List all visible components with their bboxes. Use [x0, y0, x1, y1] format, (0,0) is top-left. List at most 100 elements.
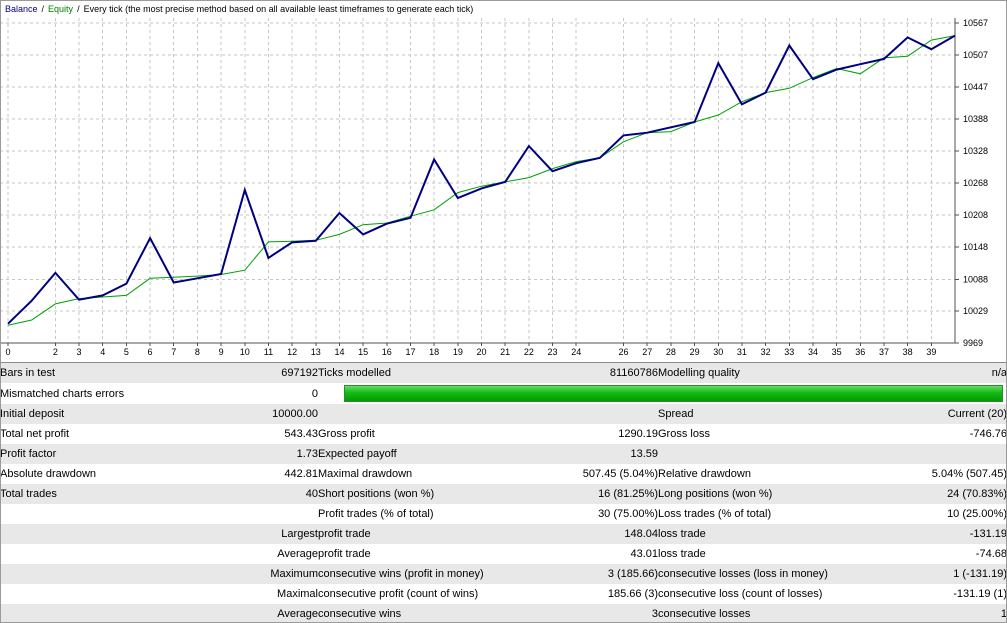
table-row: Maximal consecutive profit (count of wins… [0, 584, 1007, 604]
x-axis-label: 24 [571, 347, 581, 357]
stat-value: 0 [311, 387, 318, 400]
legend-balance-label: Balance [5, 4, 38, 14]
stat-label: Profit trades (% of total) [318, 508, 434, 520]
x-axis-label: 3 [77, 347, 82, 357]
y-axis-label: 10507 [963, 50, 988, 60]
x-axis-label: 16 [382, 347, 392, 357]
results-table-body: Bars in test 697192 Ticks modelled 81160786… [0, 362, 1007, 623]
stat-value: 442.81 [284, 468, 318, 480]
y-axis-label: 10029 [963, 306, 988, 316]
x-axis-label: 17 [405, 347, 415, 357]
y-axis-label: 10148 [963, 242, 988, 252]
stat-label [0, 604, 190, 623]
x-axis-label: 32 [761, 347, 771, 357]
stat-value: Largest [281, 528, 318, 540]
legend-separator: / [41, 4, 45, 14]
y-axis-label: 10567 [963, 18, 988, 28]
stat-label: Gross profit [318, 428, 375, 440]
stat-value: 10 (25.00%) [947, 508, 1007, 520]
table-row: Total net profit 543.43 Gross profit 1290.1… [0, 424, 1007, 444]
stat-label: consecutive wins (profit in money) [318, 568, 484, 580]
balance-chart-panel: Balance / Equity / Every tick (the most … [0, 0, 1007, 362]
table-row: Average consecutive wins 3 consecutive loss… [0, 604, 1007, 623]
x-axis-label: 15 [358, 347, 368, 357]
x-axis-label: 10 [240, 347, 250, 357]
table-row: Absolute drawdown 442.81 Maximal drawdown 5… [0, 464, 1007, 484]
stat-value [190, 504, 318, 524]
table-row: Maximum consecutive wins (profit in money… [0, 564, 1007, 584]
strategy-tester-report: Balance / Equity / Every tick (the most … [0, 0, 1007, 623]
stat-label: loss trade [658, 548, 706, 560]
x-axis-label: 12 [287, 347, 297, 357]
stat-value: Current (20) [947, 408, 1007, 420]
x-axis-label: 22 [524, 347, 534, 357]
stat-label [658, 444, 870, 464]
stat-value: 1290.19 [618, 428, 658, 440]
table-row: Bars in test 697192 Ticks modelled 81160786… [0, 362, 1007, 383]
stat-value: 148.04 [624, 528, 658, 540]
stat-value: -746.76 [969, 428, 1007, 440]
x-axis-label: 14 [334, 347, 344, 357]
stat-value: 43.01 [630, 548, 658, 560]
stat-label: Loss trades (% of total) [658, 508, 772, 520]
legend-equity-label: Equity [48, 4, 74, 14]
stat-label: Absolute drawdown [0, 468, 97, 480]
x-axis-label: 28 [666, 347, 676, 357]
stat-label: consecutive loss (count of losses) [658, 588, 823, 600]
stat-label [0, 544, 190, 564]
x-axis-label: 39 [926, 347, 936, 357]
table-row: Total trades 40 Short positions (won %) 16 … [0, 484, 1007, 504]
stat-label: Short positions (won %) [318, 488, 435, 500]
x-axis-label: 33 [784, 347, 794, 357]
x-axis-label: 38 [903, 347, 913, 357]
stat-value: 16 (81.25%) [598, 488, 658, 500]
x-axis-label: 36 [855, 347, 865, 357]
stat-label: Modelling quality [658, 367, 740, 379]
y-axis-label: 10447 [963, 82, 988, 92]
x-axis-label: 6 [148, 347, 153, 357]
x-axis-label: 18 [429, 347, 439, 357]
x-axis-label: 23 [548, 347, 558, 357]
x-axis-label: 34 [808, 347, 818, 357]
modelling-quality-bar [344, 385, 1003, 402]
stat-label: Ticks modelled [318, 367, 391, 379]
stat-label: Mismatched charts errors [0, 387, 125, 400]
modelling-quality-cell [318, 383, 1007, 404]
stat-label [0, 504, 190, 524]
stat-label [318, 404, 536, 424]
stat-label: Profit factor [0, 448, 57, 460]
x-axis-label: 13 [311, 347, 321, 357]
stat-label [0, 584, 190, 604]
stat-label: consecutive losses (loss in money) [658, 568, 828, 580]
stat-value: 1 [1000, 608, 1007, 620]
stat-label: Gross loss [658, 428, 710, 440]
stat-value: n/a [991, 367, 1007, 379]
stat-value: 697192 [281, 367, 318, 379]
x-axis-label: 19 [453, 347, 463, 357]
table-row: Average profit trade 43.01 loss trade -74.68 [0, 544, 1007, 564]
stat-label [0, 564, 190, 584]
x-axis-label: 7 [171, 347, 176, 357]
y-axis-label: 10268 [963, 178, 988, 188]
legend-mode-label: Every tick (the most precise method base… [83, 4, 474, 14]
x-axis-label: 21 [500, 347, 510, 357]
stat-value: 3 (185.66) [607, 568, 658, 580]
table-row: Largest profit trade 148.04 loss trade -131.… [0, 524, 1007, 544]
table-row: Initial deposit 10000.00 Spread Current (20… [0, 404, 1007, 424]
x-axis-label: 30 [713, 347, 723, 357]
stat-value: 185.66 (3) [607, 588, 658, 600]
stat-label: profit trade [318, 528, 371, 540]
stat-value: 40 [305, 488, 318, 500]
stat-value: 24 (70.83%) [947, 488, 1007, 500]
x-axis-label: 37 [879, 347, 889, 357]
legend-separator: / [77, 4, 80, 14]
stat-label: consecutive profit (count of wins) [318, 588, 479, 600]
stat-label: Long positions (won %) [658, 488, 773, 500]
x-axis-label: 5 [124, 347, 129, 357]
stat-value: Maximal [277, 588, 318, 600]
chart-legend: Balance / Equity / Every tick (the most … [0, 0, 1007, 18]
stat-value: Maximum [270, 568, 318, 580]
stat-value: 1.73 [296, 448, 318, 460]
stat-value [870, 444, 1007, 464]
stat-value: -74.68 [975, 548, 1007, 560]
